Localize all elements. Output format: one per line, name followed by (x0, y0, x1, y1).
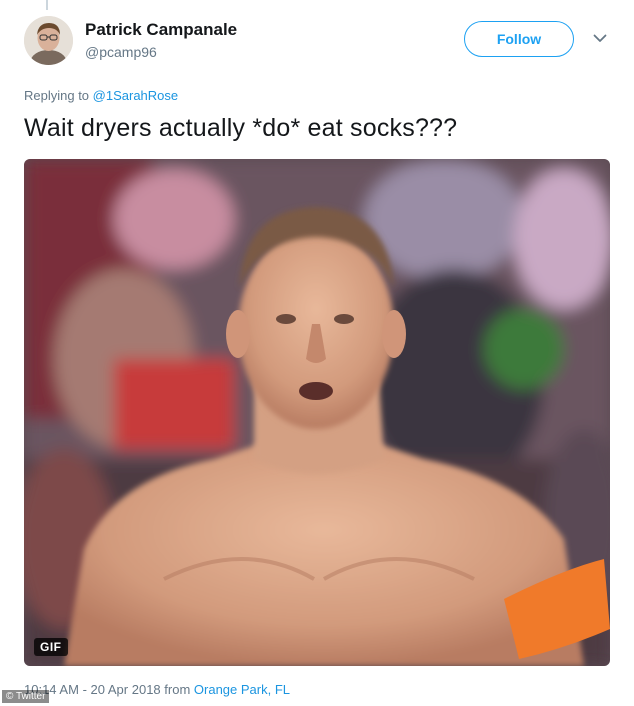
chevron-down-icon[interactable] (590, 28, 610, 48)
replying-to: Replying to @1SarahRose (24, 88, 178, 103)
gif-image (24, 159, 610, 666)
mention-link[interactable]: @1SarahRose (93, 88, 178, 103)
user-handle[interactable]: @pcamp96 (85, 44, 157, 60)
user-avatar-icon (24, 16, 73, 65)
avatar[interactable] (24, 16, 73, 65)
gif-media[interactable]: GIF (24, 159, 610, 666)
meta-separator: - (82, 682, 87, 697)
tweet-location[interactable]: Orange Park, FL (194, 682, 290, 697)
replying-prefix: Replying to (24, 88, 90, 103)
gif-badge: GIF (34, 638, 68, 656)
watermark: © Twitter (2, 690, 50, 703)
follow-button[interactable]: Follow (464, 21, 574, 57)
tweet-header: Patrick Campanale @pcamp96 Follow (24, 16, 610, 72)
thread-line (46, 0, 48, 10)
tweet-metadata: 10:14 AM - 20 Apr 2018 from Orange Park,… (24, 682, 290, 697)
display-name[interactable]: Patrick Campanale (85, 20, 237, 40)
tweet-date[interactable]: 20 Apr 2018 (91, 682, 161, 697)
meta-from: from (164, 682, 191, 697)
tweet-text: Wait dryers actually *do* eat socks??? (24, 114, 458, 142)
